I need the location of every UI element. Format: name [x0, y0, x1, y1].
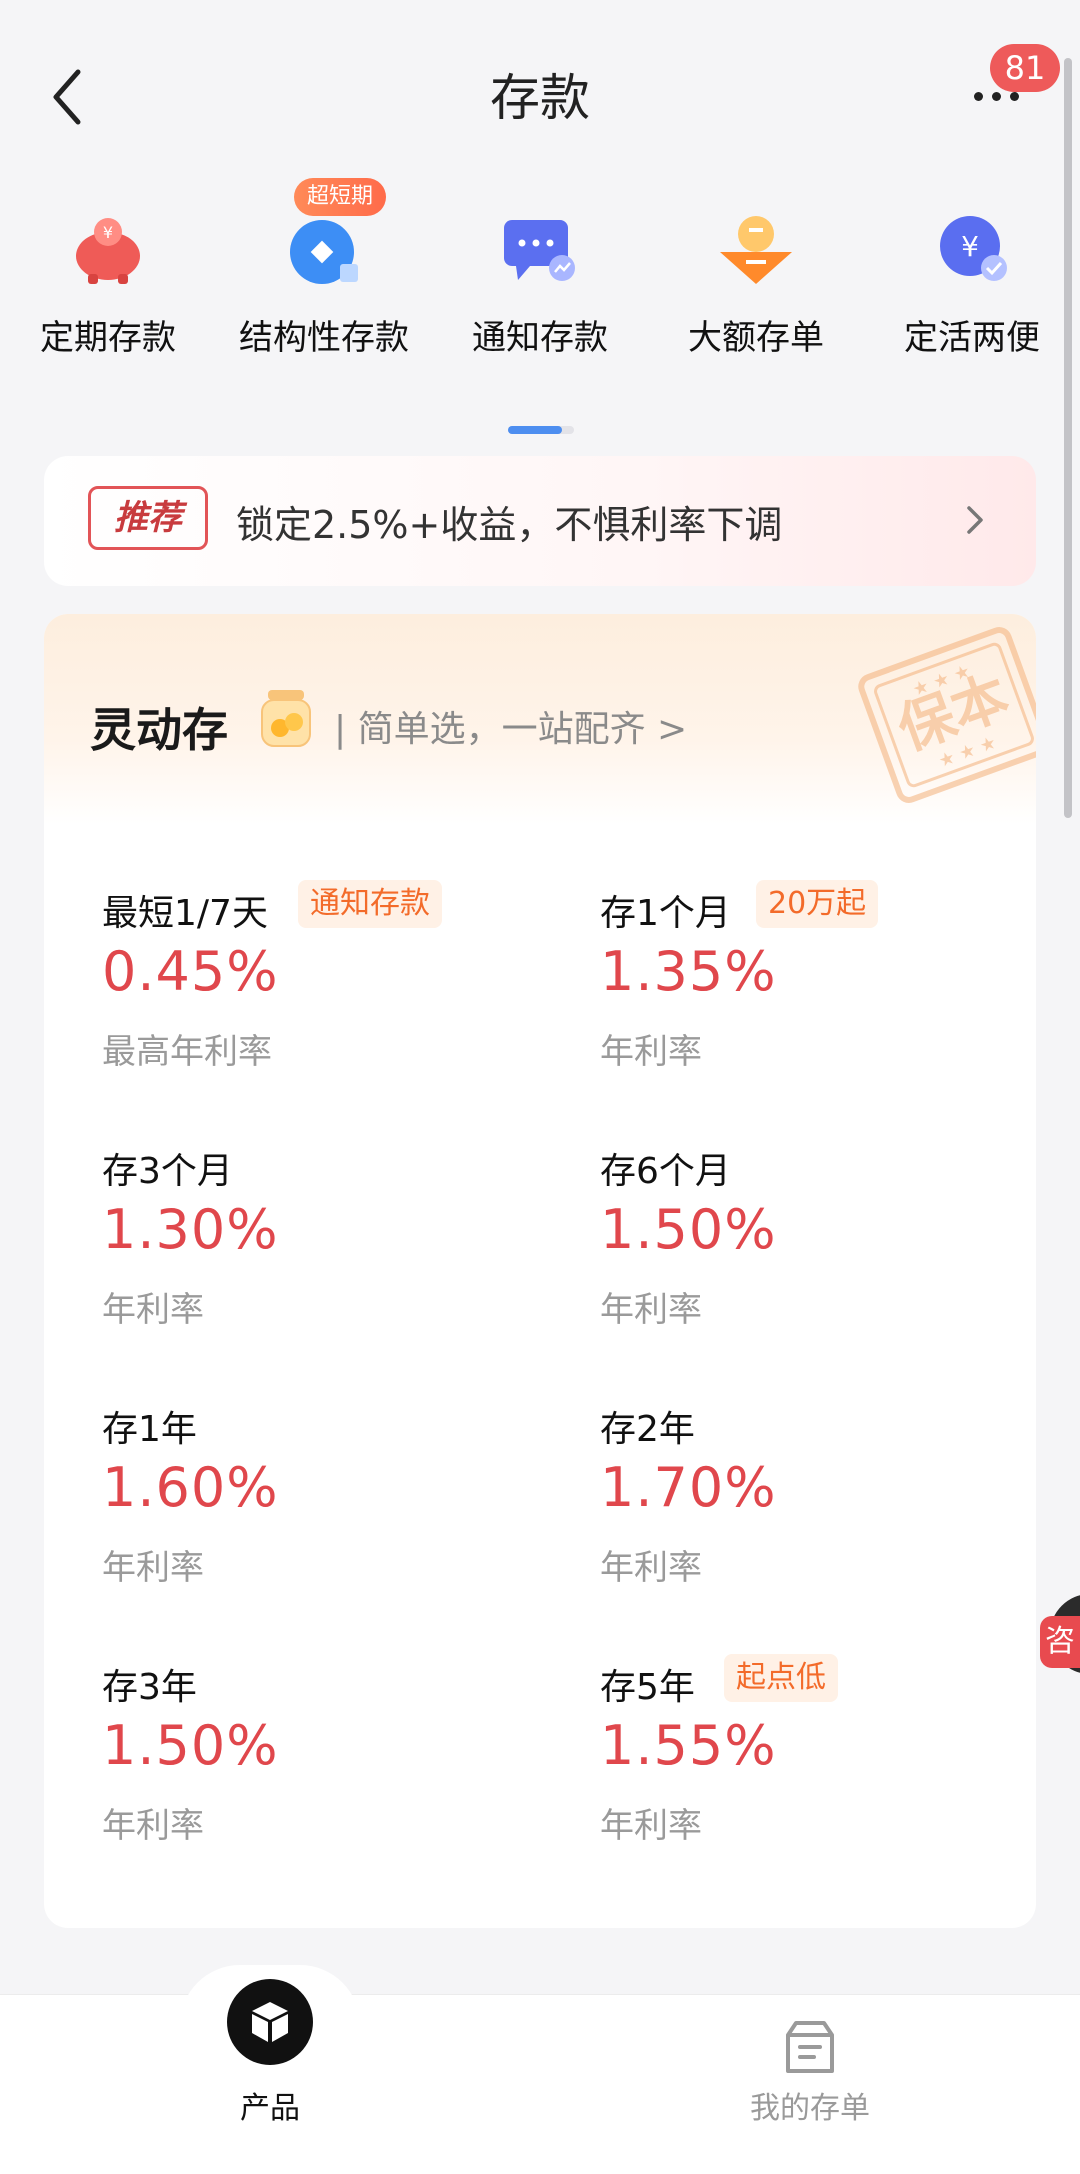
item-rate: 1.50% [102, 1714, 279, 1777]
item-name: 存3年 [102, 1667, 197, 1708]
item-name: 存3个月 [102, 1151, 233, 1192]
deposit-item[interactable]: 最短1/7天 通知存款 0.45% 最高年利率 [102, 880, 562, 1084]
nav-my-orders[interactable]: 我的存单 [660, 1995, 960, 2174]
svg-text:¥: ¥ [103, 223, 113, 242]
coin-jar-icon [261, 690, 311, 747]
item-tag: 通知存款 [298, 880, 442, 928]
deposit-item[interactable]: 存3年 1.50% 年利率 [102, 1658, 562, 1858]
nav-product[interactable]: 产品 [120, 1979, 420, 2174]
recommend-tag: 推荐 [88, 486, 208, 550]
large-deposit-icon [720, 216, 792, 284]
card-title: 灵动存 [90, 703, 228, 757]
category-notice-deposit[interactable]: 通知存款 [432, 200, 648, 370]
more-dots-icon [992, 92, 1001, 101]
item-rate: 1.35% [600, 940, 777, 1003]
category-label: 通知存款 [472, 318, 608, 358]
consult-label: 咨 [1040, 1616, 1080, 1668]
category-large-deposit[interactable]: 大额存单 [648, 200, 864, 370]
item-desc: 年利率 [600, 1290, 702, 1330]
chevron-right-icon [967, 506, 983, 534]
category-fixed-deposit[interactable]: ¥ 定期存款 [0, 200, 216, 370]
deposit-item[interactable]: 存6个月 1.50% 年利率 [600, 1142, 1036, 1342]
deposit-item[interactable]: 存1个月 20万起 1.35% 年利率 [600, 880, 1036, 1084]
app-root: 存款 81 ¥ 定期存款 结构性存款 通知存款 大额存单 ¥ 定活两便 超短期 … [0, 0, 1080, 2174]
deposit-item[interactable]: 存3个月 1.30% 年利率 [102, 1142, 562, 1342]
item-rate: 1.55% [600, 1714, 777, 1777]
item-name: 存1个月 [600, 893, 731, 934]
deposit-item[interactable]: 存2年 1.70% 年利率 [600, 1400, 1036, 1600]
recommend-banner[interactable]: 推荐 锁定2.5%+收益，不惧利率下调 [44, 456, 1036, 586]
item-tag: 起点低 [724, 1654, 838, 1702]
category-label: 定活两便 [904, 318, 1040, 358]
item-rate: 0.45% [102, 940, 279, 1003]
more-dots-icon [974, 92, 983, 101]
item-desc: 年利率 [102, 1806, 204, 1846]
item-rate: 1.30% [102, 1198, 279, 1261]
bottom-nav: 产品 我的存单 [0, 1965, 1080, 2174]
nav-product-circle [227, 1979, 313, 2065]
page-title: 存款 [490, 69, 590, 127]
category-label: 大额存单 [688, 318, 824, 358]
header: 存款 81 [0, 0, 1080, 190]
guarantee-stamp-icon: 保本 ★ ★ ★ ★ ★ ★ [858, 627, 1036, 803]
item-name: 最短1/7天 [102, 893, 268, 934]
category-label: 定期存款 [40, 318, 176, 358]
item-name: 存5年 [600, 1667, 695, 1708]
category-label: 结构性存款 [239, 318, 409, 358]
page-scrollbar[interactable] [1064, 58, 1072, 818]
notification-badge[interactable]: 81 [990, 44, 1060, 92]
item-desc: 年利率 [102, 1548, 204, 1588]
deposit-item[interactable]: 存5年 起点低 1.55% 年利率 [600, 1654, 1036, 1858]
product-cube-icon [252, 2002, 288, 2042]
card-subtitle: | 简单选，一站配齐 > [334, 709, 688, 750]
more-dots-icon [1010, 92, 1019, 101]
category-row: ¥ 定期存款 结构性存款 通知存款 大额存单 ¥ 定活两便 [0, 200, 1080, 370]
item-tag: 20万起 [756, 880, 879, 928]
notice-chat-icon [504, 220, 575, 281]
category-structured-deposit[interactable]: 结构性存款 [216, 200, 432, 370]
super-short-tag: 超短期 [294, 178, 386, 216]
item-name: 存2年 [600, 1409, 695, 1450]
card-header[interactable]: 灵动存 | 简单选，一站配齐 > 保本 ★ ★ ★ ★ ★ ★ [44, 614, 1036, 824]
page-indicator-active [508, 426, 562, 434]
nav-product-label: 产品 [240, 2091, 300, 2126]
item-name: 存6个月 [600, 1151, 731, 1192]
svg-text:¥: ¥ [961, 230, 979, 263]
flexible-deposit-icon: ¥ [940, 216, 1007, 281]
item-desc: 年利率 [600, 1806, 702, 1846]
document-box-icon [786, 2021, 834, 2073]
nav-orders-label: 我的存单 [750, 2091, 870, 2126]
item-desc: 年利率 [600, 1032, 702, 1072]
deposit-item[interactable]: 存1年 1.60% 年利率 [102, 1400, 562, 1600]
category-flexible-deposit[interactable]: ¥ 定活两便 [864, 200, 1080, 370]
piggy-bank-icon: ¥ [76, 218, 140, 284]
structured-deposit-icon [290, 220, 358, 284]
item-desc: 最高年利率 [102, 1032, 272, 1072]
consult-button[interactable]: 咨 [1040, 1594, 1080, 1674]
item-rate: 1.70% [600, 1456, 777, 1519]
item-desc: 年利率 [600, 1548, 702, 1588]
recommend-text: 锁定2.5%+收益，不惧利率下调 [236, 503, 783, 547]
item-name: 存1年 [102, 1409, 197, 1450]
page-indicator [508, 426, 574, 434]
deposit-card: 灵动存 | 简单选，一站配齐 > 保本 ★ ★ ★ ★ ★ ★ 最短1/7天 通… [44, 614, 1036, 1928]
item-rate: 1.50% [600, 1198, 777, 1261]
item-desc: 年利率 [102, 1290, 204, 1330]
item-rate: 1.60% [102, 1456, 279, 1519]
